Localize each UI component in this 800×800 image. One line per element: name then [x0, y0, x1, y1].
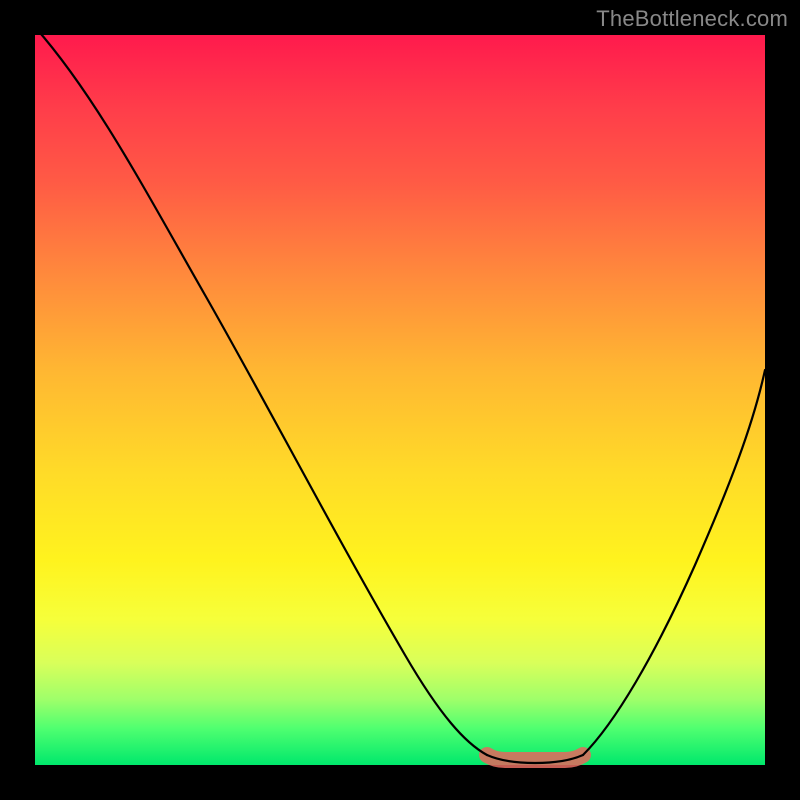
plot-area	[35, 35, 765, 765]
left-descent-curve	[35, 27, 487, 755]
curves-svg	[35, 35, 765, 765]
chart-frame: TheBottleneck.com	[0, 0, 800, 800]
watermark-text: TheBottleneck.com	[596, 6, 788, 32]
right-ascent-curve	[583, 370, 765, 755]
